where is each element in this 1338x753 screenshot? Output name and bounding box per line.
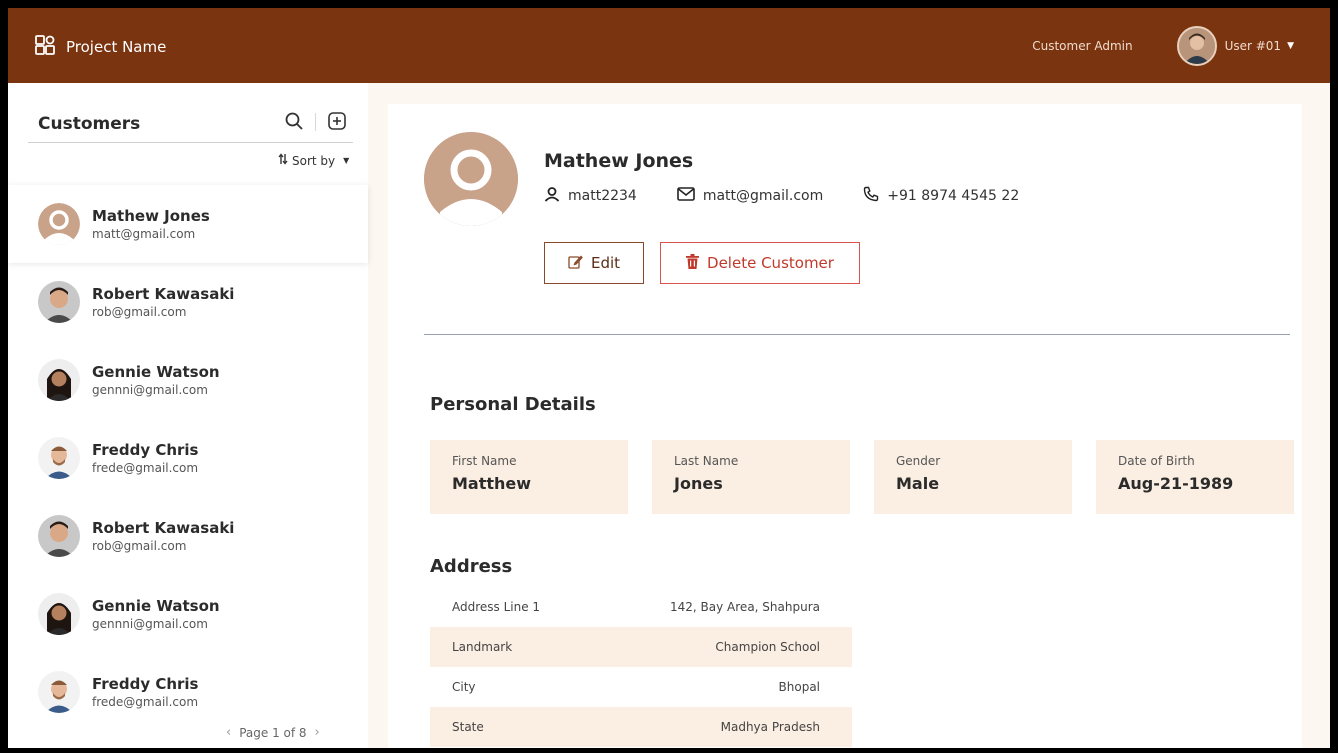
avatar (38, 593, 80, 635)
top-bar: Project Name Customer Admin User #01 ▼ (8, 8, 1330, 83)
brand[interactable]: Project Name (34, 34, 166, 60)
detail-card: Last Name Jones (652, 440, 850, 514)
delete-customer-button[interactable]: Delete Customer (660, 242, 860, 284)
app-title: Project Name (66, 38, 167, 56)
pagination: ‹ Page 1 of 8 › (226, 725, 320, 740)
customer-email: gennni@gmail.com (92, 383, 208, 397)
customer-email: matt@gmail.com (92, 227, 196, 241)
detail-label: Date of Birth (1118, 454, 1195, 468)
detail-value: Jones (674, 474, 723, 493)
chevron-left-icon[interactable]: ‹ (226, 725, 231, 740)
logo-icon (34, 34, 56, 60)
customer-sidebar: Customers Sort by ▼ Mathew Jones matt@gm… (8, 83, 368, 748)
detail-label: Last Name (674, 454, 739, 468)
profile-avatar-placeholder-icon (424, 132, 518, 226)
list-item[interactable]: Robert Kawasaki rob@gmail.com (8, 263, 368, 341)
chevron-right-icon[interactable]: › (315, 725, 320, 740)
address-value: 142, Bay Area, Shahpura (670, 600, 820, 614)
user-menu-label[interactable]: User #01 (1225, 39, 1282, 53)
list-item[interactable]: Mathew Jones matt@gmail.com (8, 185, 368, 263)
customer-name: Robert Kawasaki (92, 285, 235, 303)
profile-meta: matt2234 matt@gmail.com +91 8974 4545 22 (544, 186, 1059, 206)
customer-email: frede@gmail.com (92, 461, 199, 475)
sort-by-button[interactable]: Sort by ▼ (278, 153, 349, 168)
section-divider (424, 334, 1290, 335)
personal-details-title: Personal Details (430, 394, 596, 415)
sort-icon (278, 153, 288, 168)
customer-email: rob@gmail.com (92, 539, 187, 553)
address-table: Address Line 1 142, Bay Area, Shahpura L… (430, 587, 852, 747)
edit-button[interactable]: Edit (544, 242, 644, 284)
address-value: Bhopal (778, 680, 820, 694)
user-icon (544, 186, 560, 206)
list-item[interactable]: Gennie Watson gennni@gmail.com (8, 575, 368, 653)
customer-name: Gennie Watson (92, 597, 220, 615)
detail-card: First Name Matthew (430, 440, 628, 514)
chevron-down-icon: ▼ (343, 156, 350, 165)
sidebar-title: Customers (38, 114, 141, 134)
profile-email: matt@gmail.com (702, 188, 824, 204)
address-label: Landmark (452, 640, 513, 654)
address-label: State (452, 720, 484, 734)
header-separator (315, 113, 316, 131)
address-label: City (452, 680, 476, 694)
phone-icon (863, 186, 879, 206)
avatar (38, 281, 80, 323)
app-window: Project Name Customer Admin User #01 ▼ C… (8, 8, 1330, 748)
delete-label: Delete Customer (707, 254, 834, 272)
avatar-placeholder-icon (38, 203, 80, 245)
role-label: Customer Admin (1032, 39, 1133, 53)
detail-value: Aug-21-1989 (1118, 474, 1234, 493)
avatar (38, 359, 80, 401)
profile-username: matt2234 (568, 188, 637, 204)
customer-name: Gennie Watson (92, 363, 220, 381)
detail-label: First Name (452, 454, 517, 468)
detail-card: Gender Male (874, 440, 1072, 514)
detail-card: Date of Birth Aug-21-1989 (1096, 440, 1294, 514)
list-item[interactable]: Freddy Chris frede@gmail.com (8, 653, 368, 731)
customer-name: Freddy Chris (92, 675, 199, 693)
profile-phone: +91 8974 4545 22 (887, 188, 1020, 204)
chevron-down-icon[interactable]: ▼ (1287, 41, 1294, 51)
edit-label: Edit (590, 254, 621, 272)
avatar (38, 515, 80, 557)
address-value: Madhya Pradesh (720, 720, 820, 734)
customer-email: gennni@gmail.com (92, 617, 208, 631)
table-row: Address Line 1 142, Bay Area, Shahpura (430, 587, 852, 627)
add-customer-icon[interactable] (327, 111, 347, 135)
detail-value: Male (896, 474, 940, 493)
profile-name: Mathew Jones (544, 150, 694, 172)
customer-name: Mathew Jones (92, 207, 210, 225)
address-title: Address (430, 556, 513, 577)
customer-name: Robert Kawasaki (92, 519, 235, 537)
mail-icon (677, 187, 695, 205)
user-avatar[interactable] (1176, 26, 1217, 66)
sidebar-header: Customers (28, 99, 353, 143)
detail-label: Gender (896, 454, 941, 468)
list-item[interactable]: Robert Kawasaki rob@gmail.com (8, 497, 368, 575)
list-item[interactable]: Freddy Chris frede@gmail.com (8, 419, 368, 497)
detail-value: Matthew (452, 474, 532, 493)
avatar (38, 437, 80, 479)
address-label: Address Line 1 (452, 600, 541, 614)
customer-name: Freddy Chris (92, 441, 199, 459)
page-indicator: Page 1 of 8 (239, 725, 307, 740)
table-row: State Madhya Pradesh (430, 707, 852, 747)
sort-label: Sort by (292, 153, 336, 168)
avatar (38, 671, 80, 713)
search-icon[interactable] (284, 111, 304, 135)
list-item[interactable]: Gennie Watson gennni@gmail.com (8, 341, 368, 419)
customer-list: Mathew Jones matt@gmail.com Robert Kawas… (8, 185, 368, 731)
table-row: Landmark Champion School (430, 627, 852, 667)
table-row: City Bhopal (430, 667, 852, 707)
customer-email: frede@gmail.com (92, 695, 199, 709)
customer-email: rob@gmail.com (92, 305, 187, 319)
trash-icon (686, 253, 700, 273)
edit-icon (568, 254, 583, 273)
address-value: Champion School (715, 640, 820, 654)
personal-details-cards: First Name Matthew Last Name Jones Gende… (430, 440, 1294, 514)
customer-detail-panel: Mathew Jones matt2234 matt@gmail.com +91… (388, 104, 1302, 748)
